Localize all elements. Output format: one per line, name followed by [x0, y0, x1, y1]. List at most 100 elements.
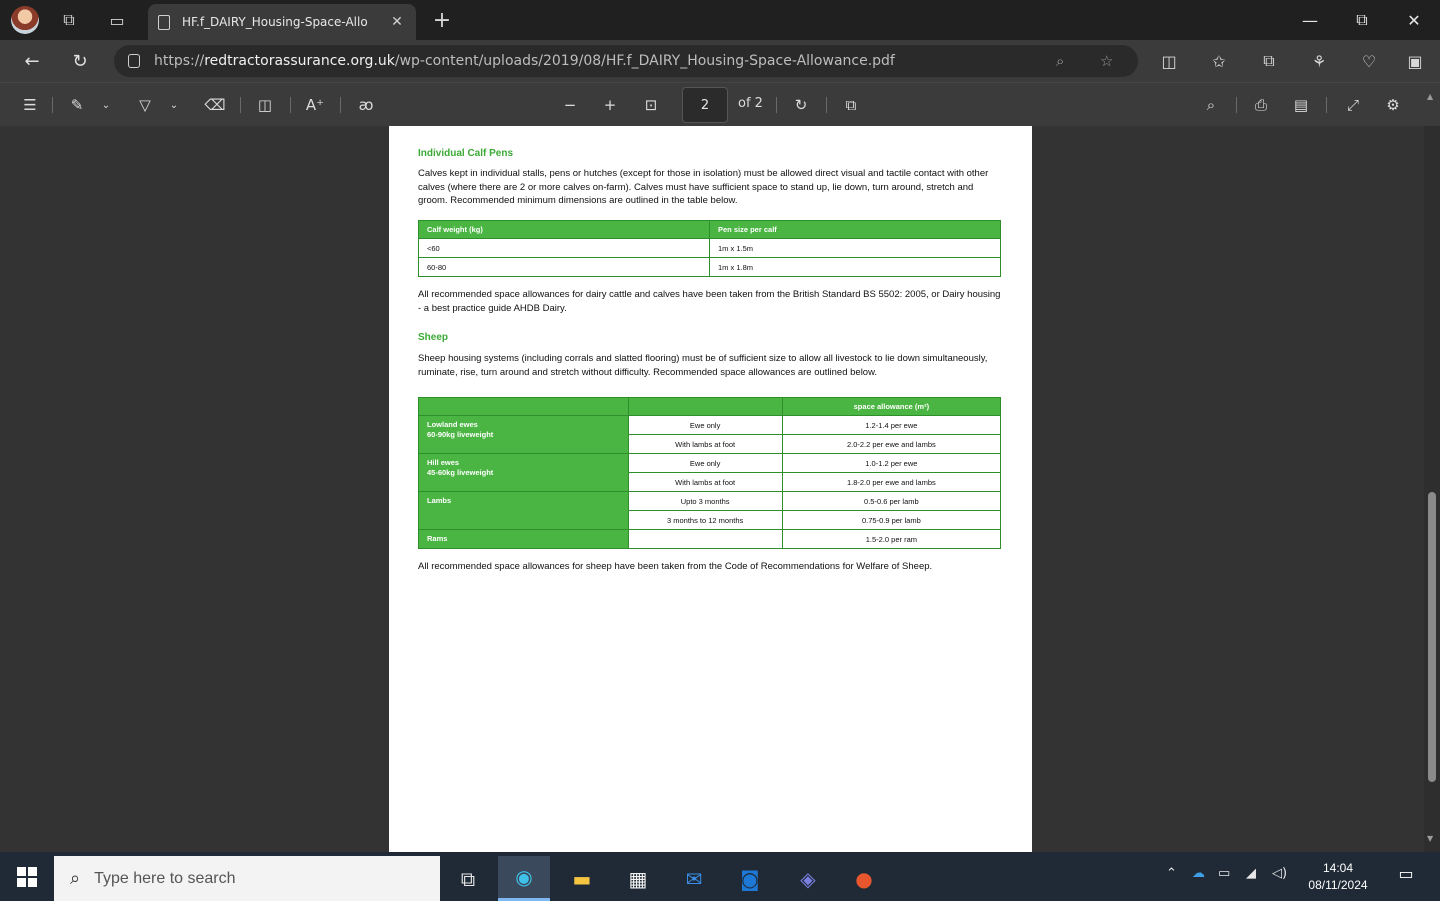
divider	[1326, 97, 1327, 113]
table-cell: 1.2-1.4 per ewe	[781, 415, 1002, 435]
table-row: 60-80 1m x 1.8m	[418, 257, 1001, 277]
table-cell: 2.0-2.2 per ewe and lambs	[781, 434, 1002, 454]
taskbar-search-box[interactable]: ⌕ Type here to search	[54, 856, 440, 901]
table-of-contents-icon[interactable]: ☰	[18, 93, 42, 117]
table-row: <60 1m x 1.5m	[418, 238, 1001, 258]
divider	[776, 97, 777, 113]
table-cell: 0.75-0.9 per lamb	[781, 510, 1002, 530]
page-number-input[interactable]: 2	[682, 87, 728, 123]
table-header-row: Calf weight (kg) Pen size per calf	[418, 220, 1001, 239]
scroll-down-arrow-icon[interactable]: ▼	[1427, 834, 1433, 843]
pdf-toolbar: ☰ ✎ ⌄ ▽ ⌄ ⌫ ◫ A⁺ ꜵ − + ⊡ 2 of 2 ↻ ⧉ ⌕ ⎙ …	[0, 82, 1440, 126]
print-icon[interactable]: ⎙	[1248, 93, 1274, 117]
tab-actions-icon[interactable]: ▭	[94, 0, 140, 40]
search-icon: ⌕	[70, 868, 81, 888]
divider	[290, 97, 291, 113]
edge-browser-icon[interactable]: ◉	[498, 856, 550, 901]
table-row: Lambs Upto 3 months 0.5-0.6 per lamb	[418, 491, 1002, 530]
page-count-label: of 2	[738, 96, 763, 111]
refresh-button[interactable]: ↻	[64, 46, 96, 76]
favorites-icon[interactable]: ✩	[1206, 48, 1232, 74]
two-page-view-icon[interactable]: ⧉	[838, 93, 864, 117]
immersive-reader-icon[interactable]: ꜵ	[352, 93, 380, 117]
fit-to-page-icon[interactable]: ⊡	[638, 93, 664, 117]
vertical-scrollbar[interactable]: ▲ ▼	[1424, 92, 1440, 852]
outlook-icon[interactable]: ◙	[724, 856, 776, 901]
close-window-button[interactable]: ✕	[1388, 0, 1440, 40]
table-row: Lowland ewes 60-90kg liveweight Ewe only…	[418, 415, 1002, 454]
highlight-options-chevron-icon[interactable]: ⌄	[98, 93, 114, 117]
start-button[interactable]	[0, 852, 54, 901]
table-row: Hill ewes 45-60kg liveweight Ewe only 1.…	[418, 453, 1002, 492]
save-icon[interactable]: ▤	[1288, 93, 1314, 117]
restore-button[interactable]: ⧉	[1336, 0, 1388, 40]
tab-close-icon[interactable]: ✕	[388, 14, 406, 30]
task-view-icon[interactable]: ⧉	[442, 856, 494, 901]
table-header: Calf weight (kg)	[418, 220, 710, 239]
volume-icon[interactable]: ◁)	[1272, 866, 1287, 881]
table-header	[418, 397, 629, 416]
rotate-icon[interactable]: ↻	[788, 93, 814, 117]
table-cell: 3 months to 12 months	[627, 510, 783, 530]
file-explorer-icon[interactable]: ▬	[556, 856, 608, 901]
lock-icon[interactable]	[128, 54, 140, 68]
draw-options-chevron-icon[interactable]: ⌄	[166, 93, 182, 117]
zoom-icon[interactable]: ⌕	[1056, 52, 1064, 70]
favorite-star-icon[interactable]: ☆	[1100, 52, 1113, 70]
fullscreen-icon[interactable]: ⤢	[1340, 93, 1366, 117]
teams-icon[interactable]: ◈	[782, 856, 834, 901]
show-hidden-icons-chevron-icon[interactable]: ⌃	[1166, 866, 1177, 881]
sheep-category-cell: Hill ewes 45-60kg liveweight	[418, 453, 629, 492]
table-cell: With lambs at foot	[627, 434, 783, 454]
sidebar-toggle-icon[interactable]: ▣	[1402, 48, 1428, 74]
profile-avatar[interactable]	[2, 0, 48, 40]
calf-pen-table: Calf weight (kg) Pen size per calf <60 1…	[418, 220, 1001, 277]
url-domain: redtractorassurance.org.uk	[204, 53, 395, 69]
sheep-category-cell: Lambs	[418, 491, 629, 530]
table-header: Pen size per calf	[709, 220, 1001, 239]
powerpoint-icon[interactable]: ●	[838, 856, 890, 901]
read-aloud-icon[interactable]: A⁺	[302, 93, 328, 117]
highlight-icon[interactable]: ✎	[64, 93, 90, 117]
settings-gear-icon[interactable]: ⚙	[1380, 93, 1406, 117]
system-clock[interactable]: 14:04 08/11/2024	[1296, 860, 1380, 894]
extensions-icon[interactable]: ⚘	[1306, 48, 1332, 74]
table-cell: 1.5-2.0 per ram	[781, 529, 1002, 549]
notification-center-icon[interactable]: ▭	[1394, 864, 1418, 888]
zoom-in-icon[interactable]: +	[598, 93, 622, 117]
page-view-icon[interactable]: ◫	[252, 93, 278, 117]
scroll-up-arrow-icon[interactable]: ▲	[1427, 92, 1433, 101]
workspaces-icon[interactable]: ⧉	[46, 0, 92, 40]
table-header: space allowance (m²)	[781, 397, 1002, 416]
zoom-out-icon[interactable]: −	[558, 93, 582, 117]
onedrive-icon[interactable]: ☁	[1192, 866, 1205, 881]
category-label: Lowland ewes	[427, 420, 478, 429]
split-screen-icon[interactable]: ◫	[1156, 48, 1182, 74]
draw-icon[interactable]: ▽	[132, 93, 158, 117]
table-cell: 60-80	[418, 257, 710, 277]
clock-time: 14:04	[1322, 861, 1354, 875]
browser-essentials-icon[interactable]: ♡	[1356, 48, 1382, 74]
battery-icon[interactable]: ▭	[1218, 866, 1230, 881]
table-cell: 1.8-2.0 per ewe and lambs	[781, 472, 1002, 492]
microsoft-store-icon[interactable]: ▦	[612, 856, 664, 901]
search-icon[interactable]: ⌕	[1198, 93, 1224, 117]
windows-logo-icon	[17, 866, 37, 887]
divider	[52, 97, 53, 113]
collections-icon[interactable]: ⧉	[1256, 48, 1282, 74]
sheep-space-table: space allowance (m²) Lowland ewes 60-90k…	[418, 397, 1002, 549]
pdf-viewer[interactable]: Individual Calf Pens Calves kept in indi…	[0, 92, 1440, 852]
back-button[interactable]: ←	[16, 46, 48, 76]
scrollbar-thumb[interactable]	[1428, 492, 1436, 782]
mail-icon[interactable]: ✉	[668, 856, 720, 901]
new-tab-button[interactable]: +	[428, 6, 456, 34]
network-icon[interactable]: ◢	[1246, 866, 1256, 881]
address-bar[interactable]: https://redtractorassurance.org.uk/wp-co…	[114, 45, 1138, 77]
category-label: Rams	[427, 534, 448, 543]
tab-pdf[interactable]: HF.f_DAIRY_Housing-Space-Allo ✕	[148, 4, 416, 40]
pdf-page: Individual Calf Pens Calves kept in indi…	[389, 126, 1032, 852]
erase-icon[interactable]: ⌫	[202, 93, 228, 117]
calf-pens-paragraph: Calves kept in individual stalls, pens o…	[418, 168, 989, 206]
minimize-button[interactable]: —	[1284, 0, 1336, 40]
table-cell: Ewe only	[627, 453, 783, 473]
